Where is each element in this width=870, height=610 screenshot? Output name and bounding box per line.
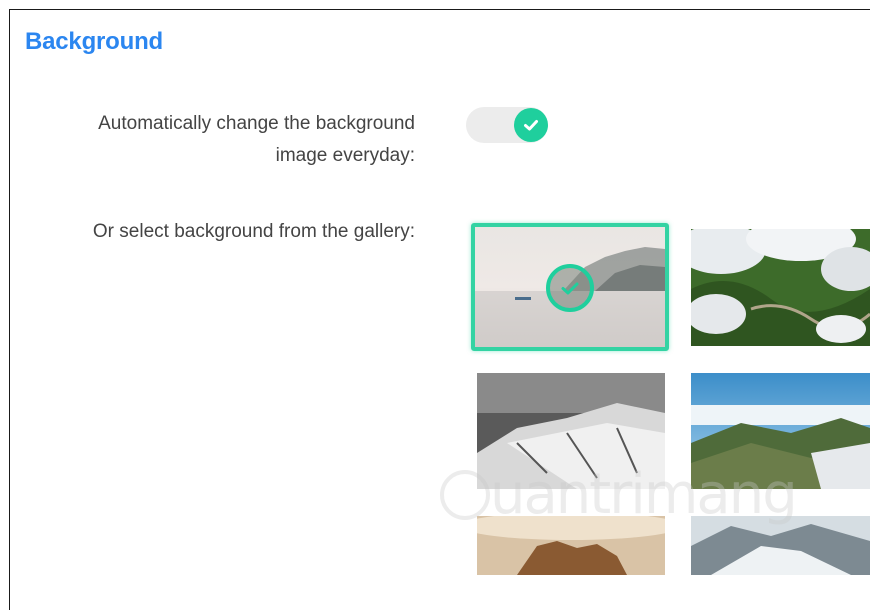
gallery-thumbnail-snowy-mountain[interactable] — [477, 373, 665, 489]
gallery-label: Or select background from the gallery: — [92, 221, 415, 242]
checkmark-icon — [514, 108, 548, 142]
gallery-thumbnail-forest-clouds[interactable] — [691, 229, 870, 346]
section-title: Background — [25, 28, 164, 55]
auto-change-toggle[interactable] — [466, 107, 548, 143]
auto-change-label-line1: Automatically change the background — [98, 113, 415, 134]
gallery-thumbnail-rock-formation[interactable] — [477, 516, 665, 575]
gallery-thumbnail-glacier[interactable] — [691, 516, 870, 575]
gallery-thumbnail-alpine-valley[interactable] — [691, 373, 870, 489]
auto-change-label: Automatically change the background imag… — [98, 108, 415, 172]
auto-change-label-line2: image everyday: — [275, 145, 415, 166]
selected-checkmark-icon — [546, 264, 594, 312]
